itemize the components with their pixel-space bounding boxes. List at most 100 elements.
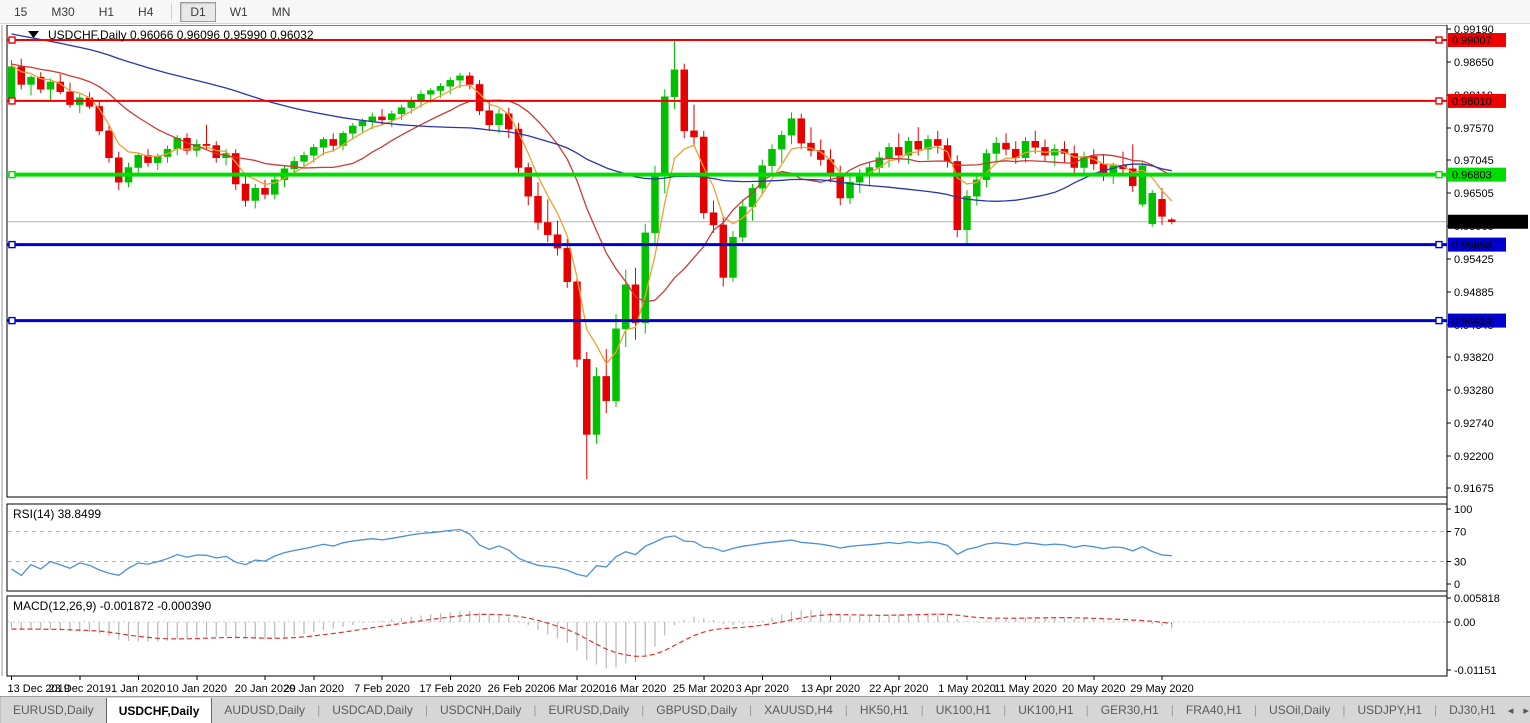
candle-body xyxy=(495,113,503,126)
candle-body xyxy=(466,75,474,85)
candle-body xyxy=(592,376,601,435)
tab-scroll-right-button[interactable]: ▸ xyxy=(1523,704,1529,717)
price-tick-label: 0.97570 xyxy=(1454,123,1494,135)
chart-tab-hk50h1[interactable]: HK50,H1 xyxy=(848,697,921,723)
candle-body xyxy=(787,118,796,136)
candle-body xyxy=(95,106,103,132)
tf-button-m30[interactable]: M30 xyxy=(41,2,84,22)
candle-body xyxy=(436,86,445,91)
date-tick-label: 17 Feb 2020 xyxy=(419,683,481,695)
candle-body xyxy=(319,139,328,148)
hline-right-handle[interactable] xyxy=(1435,36,1443,44)
chart-tab-usdcaddaily[interactable]: USDCAD,Daily xyxy=(320,697,425,723)
hline-right-handle[interactable] xyxy=(1435,170,1443,179)
tf-button-d1[interactable]: D1 xyxy=(180,1,216,22)
hline-left-handle[interactable] xyxy=(8,36,16,44)
candle-body xyxy=(534,195,542,223)
candle-body xyxy=(651,174,659,234)
chart-canvas[interactable]: 0.991900.986500.981100.975700.970450.965… xyxy=(0,25,1530,697)
candle-body xyxy=(456,75,464,81)
chart-tab-eurusddaily[interactable]: EURUSD,Daily xyxy=(536,697,641,723)
chart-tab-usdjpyh1[interactable]: USDJPY,H1 xyxy=(1346,697,1434,723)
candle-body xyxy=(8,66,16,102)
chart-tab-usoildaily[interactable]: USOil,Daily xyxy=(1257,697,1342,723)
date-tick-label: 3 Apr 2020 xyxy=(736,683,789,695)
tf-button-15[interactable]: 15 xyxy=(4,2,37,22)
candle-body xyxy=(66,91,74,105)
date-tick-label: 11 May 2020 xyxy=(994,683,1057,695)
candle-body xyxy=(475,84,484,111)
candle-body xyxy=(885,147,893,158)
tf-button-h4[interactable]: H4 xyxy=(128,2,163,22)
chart-tab-eurusddaily[interactable]: EURUSD,Daily xyxy=(1,697,106,723)
candle-body xyxy=(310,147,318,156)
price-tick-label: 0.93820 xyxy=(1454,352,1494,364)
candle-body xyxy=(631,284,640,323)
hline-left-handle[interactable] xyxy=(8,97,16,105)
candle-body xyxy=(622,284,630,330)
price-tick-label: 0.97045 xyxy=(1454,155,1494,167)
candle-body xyxy=(368,116,376,122)
hline-price-label: 0.96803 xyxy=(1452,170,1492,182)
tf-button-h1[interactable]: H1 xyxy=(89,2,124,22)
candle-body xyxy=(690,130,698,138)
candle-body xyxy=(397,107,406,115)
candle-body xyxy=(446,79,454,87)
chart-title: USDCHF,Daily 0.96066 0.96096 0.95990 0.9… xyxy=(48,28,314,42)
chart-tab-uk100h1[interactable]: UK100,H1 xyxy=(924,697,1003,723)
candle-body xyxy=(797,118,805,144)
tab-scroll-arrows: ◂ ▸ xyxy=(1508,697,1530,723)
candle-body xyxy=(115,157,123,183)
tab-scroll-left-button[interactable]: ◂ xyxy=(1508,704,1514,717)
price-tick-label: 0.91675 xyxy=(1454,483,1494,495)
candle-body xyxy=(134,155,142,168)
hline-left-handle[interactable] xyxy=(8,316,16,325)
rsi-tick-label: 100 xyxy=(1454,504,1472,516)
candle-body xyxy=(739,206,747,238)
tf-button-mn[interactable]: MN xyxy=(262,2,301,22)
chart-tab-usdchfdaily[interactable]: USDCHF,Daily xyxy=(105,698,213,723)
chart-tab-audusddaily[interactable]: AUDUSD,Daily xyxy=(212,697,317,723)
current-price-label: 0.96032 xyxy=(1452,217,1492,229)
date-tick-label: 22 Apr 2020 xyxy=(869,683,928,695)
chart-tab-uk100h1[interactable]: UK100,H1 xyxy=(1006,697,1085,723)
chart-tab-ger30h1[interactable]: GER30,H1 xyxy=(1089,697,1171,723)
candle-body xyxy=(46,81,55,90)
candle-body xyxy=(1148,192,1156,224)
hline-right-handle[interactable] xyxy=(1435,97,1443,105)
candle-body xyxy=(202,144,211,146)
price-tick-label: 0.93280 xyxy=(1454,385,1494,397)
hline-price-label: 0.95658 xyxy=(1452,240,1492,252)
candle-body xyxy=(251,188,259,201)
candle-body xyxy=(709,212,718,226)
candle-body xyxy=(1002,142,1010,150)
date-tick-label: 29 Jan 2020 xyxy=(283,683,344,695)
chart-tab-fra40h1[interactable]: FRA40,H1 xyxy=(1174,697,1254,723)
chart-tab-gbpusddaily[interactable]: GBPUSD,Daily xyxy=(644,697,749,723)
hline-left-handle[interactable] xyxy=(8,170,16,179)
chart-tab-dj30h1[interactable]: DJ30,H1 xyxy=(1437,697,1508,723)
time-axis[interactable]: 13 Dec 201923 Dec 2019 1 Jan 2020 10 Jan 2… xyxy=(8,676,1194,695)
price-tick-label: 0.94885 xyxy=(1454,287,1494,299)
hline-right-handle[interactable] xyxy=(1435,240,1443,249)
hline-left-handle[interactable] xyxy=(8,240,16,249)
tf-button-w1[interactable]: W1 xyxy=(220,2,258,22)
candle-body xyxy=(992,142,1000,154)
candle-body xyxy=(641,232,649,323)
rsi-panel xyxy=(6,503,1448,592)
hline-right-handle[interactable] xyxy=(1435,316,1443,325)
macd-panel xyxy=(6,595,1448,677)
candle-body xyxy=(719,224,727,278)
candle-body xyxy=(154,156,162,163)
chart-tab-usdcnhdaily[interactable]: USDCNH,Daily xyxy=(428,697,533,723)
candle-body xyxy=(661,96,669,176)
candle-body xyxy=(846,181,854,199)
date-tick-label: 13 Apr 2020 xyxy=(801,683,860,695)
candle-body xyxy=(768,148,776,166)
date-tick-label: 10 Jan 2020 xyxy=(166,683,227,695)
candle-body xyxy=(524,167,532,197)
candle-body xyxy=(1158,199,1166,217)
chart-tab-xauusdh4[interactable]: XAUUSD,H4 xyxy=(752,697,845,723)
candle-body xyxy=(934,139,942,146)
candle-body xyxy=(105,130,113,158)
